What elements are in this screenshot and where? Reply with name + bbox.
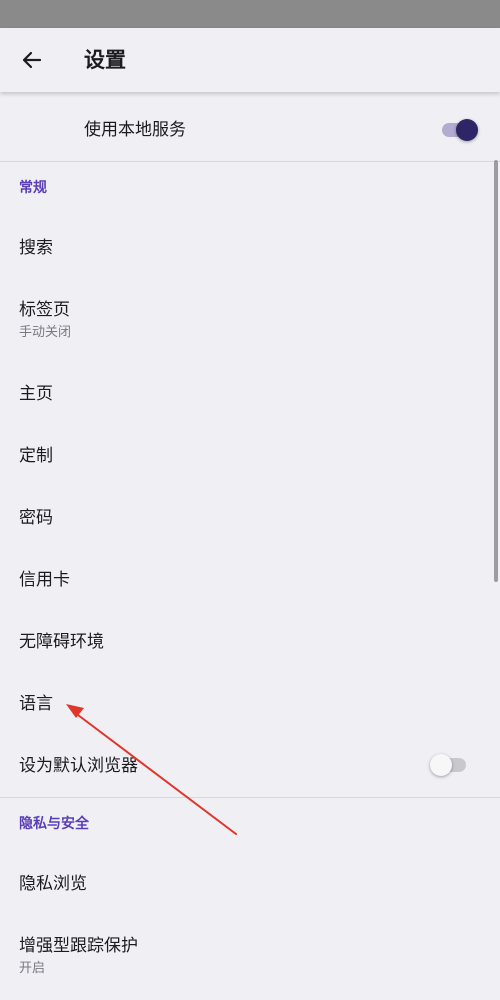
divider [0, 161, 500, 162]
toggle-thumb [456, 119, 478, 141]
settings-item-tracking-protection[interactable]: 增强型跟踪保护 开启 [0, 918, 500, 984]
settings-item-search[interactable]: 搜索 [0, 216, 500, 278]
toggle-thumb [430, 754, 452, 776]
default-browser-toggle[interactable] [430, 752, 470, 778]
settings-item-customize[interactable]: 定制 [0, 424, 500, 486]
back-button[interactable] [10, 42, 54, 78]
settings-item-passwords[interactable]: 密码 [0, 486, 500, 548]
settings-item-label: 标签页 [19, 300, 70, 320]
settings-item-tabs[interactable]: 标签页 手动关闭 [0, 282, 500, 348]
settings-item-summary: 开启 [19, 961, 46, 976]
settings-item-label: 信用卡 [19, 570, 70, 590]
settings-item-private-browsing[interactable]: 隐私浏览 [0, 852, 500, 914]
settings-item-label: 搜索 [19, 238, 53, 258]
settings-item-label: 语言 [19, 694, 53, 714]
arrow-left-icon [22, 51, 42, 69]
section-header-general: 常规 [19, 180, 47, 196]
local-service-row[interactable]: 使用本地服务 [0, 100, 500, 160]
settings-item-label: 设为默认浏览器 [19, 756, 138, 776]
settings-item-accessibility[interactable]: 无障碍环境 [0, 610, 500, 672]
section-header-privacy: 隐私与安全 [19, 816, 89, 832]
local-service-toggle[interactable] [440, 117, 480, 143]
settings-item-label: 增强型跟踪保护 [19, 936, 138, 956]
settings-item-credit-cards[interactable]: 信用卡 [0, 548, 500, 610]
settings-item-default-browser[interactable]: 设为默认浏览器 [0, 734, 500, 796]
settings-item-summary: 手动关闭 [19, 325, 72, 340]
divider [0, 797, 500, 798]
settings-item-language[interactable]: 语言 [0, 672, 500, 734]
settings-item-label: 定制 [19, 446, 53, 466]
settings-item-label: 密码 [19, 508, 53, 528]
app-bar: 设置 [0, 28, 500, 92]
local-service-label: 使用本地服务 [84, 120, 186, 140]
scrollbar[interactable] [494, 160, 498, 582]
settings-item-label: 主页 [19, 384, 53, 404]
settings-item-label: 隐私浏览 [19, 874, 87, 894]
settings-item-homepage[interactable]: 主页 [0, 362, 500, 424]
settings-item-label: 无障碍环境 [19, 632, 104, 652]
status-bar [0, 0, 500, 28]
page-title: 设置 [84, 48, 126, 72]
